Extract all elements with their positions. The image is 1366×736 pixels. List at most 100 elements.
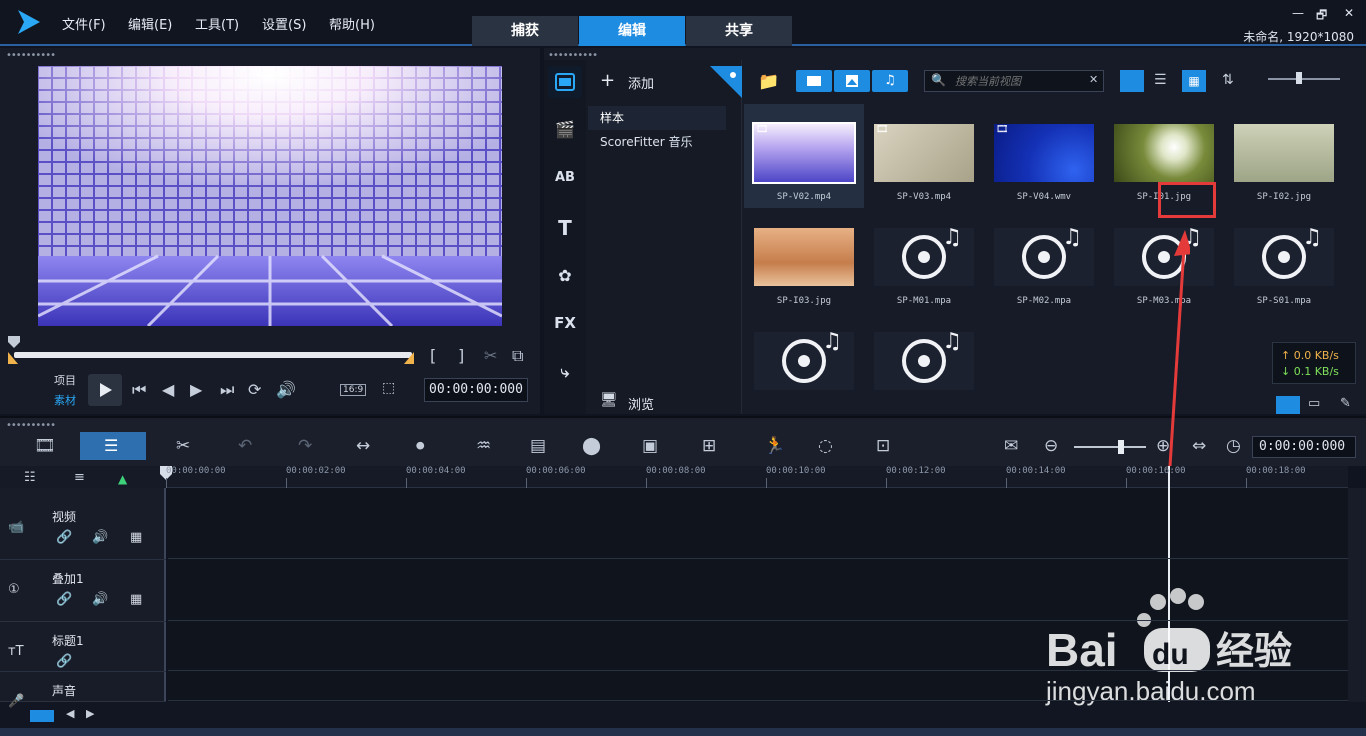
pan-zoom-icon[interactable]: ⊡: [876, 436, 890, 456]
menu-file[interactable]: 文件(F): [62, 14, 106, 33]
pin-icon[interactable]: [710, 66, 742, 98]
auto-music-icon[interactable]: ▤: [530, 436, 546, 456]
track-manager-icon[interactable]: ☷: [24, 470, 36, 485]
volume-icon[interactable]: 🔊: [276, 380, 296, 399]
add-icon[interactable]: +: [600, 70, 615, 91]
audio-mixer-icon[interactable]: ♒: [476, 436, 491, 456]
media-item[interactable]: ♫ SP-S01.mpa: [1224, 208, 1344, 312]
mode-clip[interactable]: 素材: [54, 392, 76, 408]
mask-creator-icon[interactable]: ◌: [818, 436, 833, 456]
subtitle-editor-icon[interactable]: ▣: [642, 436, 658, 456]
fit-window-icon[interactable]: ⇔: [1192, 436, 1206, 456]
grid-view-icon[interactable]: ▦: [1182, 70, 1206, 92]
filter-video-button[interactable]: [796, 70, 832, 92]
zoom-handle[interactable]: [1118, 440, 1124, 454]
add-folder-icon[interactable]: 📁: [758, 72, 779, 92]
timeline-grip[interactable]: ••••••••••: [6, 420, 56, 431]
folder-scorefitter[interactable]: ScoreFitter 音乐: [588, 130, 726, 154]
panel-layout-icon[interactable]: ▭: [1308, 396, 1320, 411]
graphics-icon[interactable]: ✿: [544, 266, 586, 285]
sort-icon[interactable]: ⇅: [1222, 72, 1234, 88]
fx-icon[interactable]: FX: [544, 314, 586, 332]
multi-camera-icon[interactable]: ⊞: [702, 436, 716, 456]
transition-icon[interactable]: 🎬: [544, 120, 586, 139]
scrub-bar[interactable]: [14, 352, 412, 358]
add-track-icon[interactable]: ≡: [74, 470, 85, 485]
mode-project[interactable]: 项目: [54, 372, 76, 388]
title-track-icon[interactable]: ᴛT: [8, 644, 24, 659]
time-remap-icon[interactable]: 🏃: [764, 436, 785, 456]
media-item[interactable]: ♫ SP-M02.mpa: [984, 208, 1104, 312]
edit-icon[interactable]: ✎: [1340, 396, 1351, 411]
track-visibility-icon[interactable]: ▦: [130, 530, 142, 545]
restore-button[interactable]: 🗗: [1316, 6, 1327, 27]
storyboard-view-icon[interactable]: 🎞: [34, 436, 56, 456]
scroll-project-button[interactable]: [30, 710, 54, 722]
media-item[interactable]: 🎞 SP-V03.mp4: [864, 104, 984, 208]
close-button[interactable]: ✕: [1344, 6, 1354, 20]
motion-tracking-icon[interactable]: ⬤: [582, 436, 601, 456]
record-icon[interactable]: ⏺: [416, 436, 425, 456]
video-camera-icon[interactable]: 📹: [8, 520, 24, 535]
title-ab-icon[interactable]: AB: [544, 170, 586, 185]
add-folder-label[interactable]: 添加: [628, 73, 654, 92]
chapter-marker-icon[interactable]: ▲: [118, 472, 127, 486]
ripple-edit-icon[interactable]: ✉: [1004, 436, 1018, 456]
tab-capture[interactable]: 捕获: [472, 16, 578, 46]
scroll-left-icon[interactable]: ◀: [66, 707, 74, 720]
list-view-icon[interactable]: ☰: [1154, 72, 1167, 88]
track-visibility-icon[interactable]: ▦: [130, 592, 142, 607]
next-frame-icon[interactable]: ▶︎: [190, 380, 202, 399]
playhead-marker-icon[interactable]: [8, 336, 20, 350]
resize-icon[interactable]: ⬚: [382, 380, 395, 396]
panel-grip[interactable]: ••••••••••: [6, 50, 56, 61]
thumb-size-slider[interactable]: [1268, 78, 1340, 80]
media-item[interactable]: ♫: [744, 312, 864, 416]
timeline-view-button[interactable]: ☰: [80, 432, 146, 460]
track-header[interactable]: [0, 498, 166, 560]
media-item[interactable]: ♫: [864, 312, 984, 416]
text-icon[interactable]: T: [544, 216, 586, 240]
clear-search-icon[interactable]: ✕: [1089, 73, 1098, 86]
overlay-icon[interactable]: ①: [8, 582, 20, 597]
menu-settings[interactable]: 设置(S): [262, 14, 306, 33]
browse-label[interactable]: 浏览: [628, 394, 654, 413]
library-view-button[interactable]: [1276, 396, 1300, 414]
thumbnail-view-button[interactable]: [1120, 70, 1144, 92]
track-header[interactable]: [0, 672, 166, 702]
media-item[interactable]: SP-I03.jpg: [744, 208, 864, 312]
go-start-icon[interactable]: ⏮: [132, 380, 146, 400]
tab-share[interactable]: 共享: [686, 16, 792, 46]
player-timecode[interactable]: 00:00:00:000: [424, 378, 528, 402]
link-icon[interactable]: 🔗: [56, 530, 72, 545]
scroll-right-icon[interactable]: ▶: [86, 707, 94, 720]
menu-help[interactable]: 帮助(H): [329, 14, 375, 33]
mark-in-handle[interactable]: [8, 352, 18, 364]
tools-icon[interactable]: ✂: [176, 436, 190, 456]
minimize-button[interactable]: —: [1292, 6, 1304, 20]
undo-icon[interactable]: ↶: [238, 436, 252, 456]
fit-project-icon[interactable]: ↔: [356, 436, 370, 456]
filter-image-button[interactable]: [834, 70, 870, 92]
menu-edit[interactable]: 编辑(E): [128, 14, 172, 33]
voice-icon[interactable]: 🎤: [8, 694, 24, 709]
folder-sample[interactable]: 样本: [588, 106, 726, 130]
media-item[interactable]: 🎞 SP-V02.mp4: [744, 104, 864, 208]
zoom-out-icon[interactable]: ⊖: [1044, 436, 1058, 456]
enlarge-preview-icon[interactable]: ⧉: [512, 346, 523, 366]
aspect-ratio-button[interactable]: 16:9: [340, 384, 367, 396]
tab-edit[interactable]: 编辑: [579, 16, 685, 46]
mark-out-button[interactable]: ]: [458, 346, 464, 365]
media-item[interactable]: 🎞 SP-V04.wmv: [984, 104, 1104, 208]
media-icon[interactable]: [548, 66, 582, 98]
filter-audio-button[interactable]: ♫: [872, 70, 908, 92]
menu-tools[interactable]: 工具(T): [195, 14, 239, 33]
search-input[interactable]: [955, 73, 1085, 89]
search-field[interactable]: 🔍 ✕: [924, 70, 1104, 92]
media-item[interactable]: SP-I02.jpg: [1224, 104, 1344, 208]
timeline-scrollbar[interactable]: [1348, 488, 1366, 702]
go-end-icon[interactable]: ⏭: [220, 380, 234, 400]
mark-in-button[interactable]: [: [430, 346, 436, 365]
mark-out-handle[interactable]: [404, 352, 414, 364]
thumb-size-handle[interactable]: [1296, 72, 1302, 84]
